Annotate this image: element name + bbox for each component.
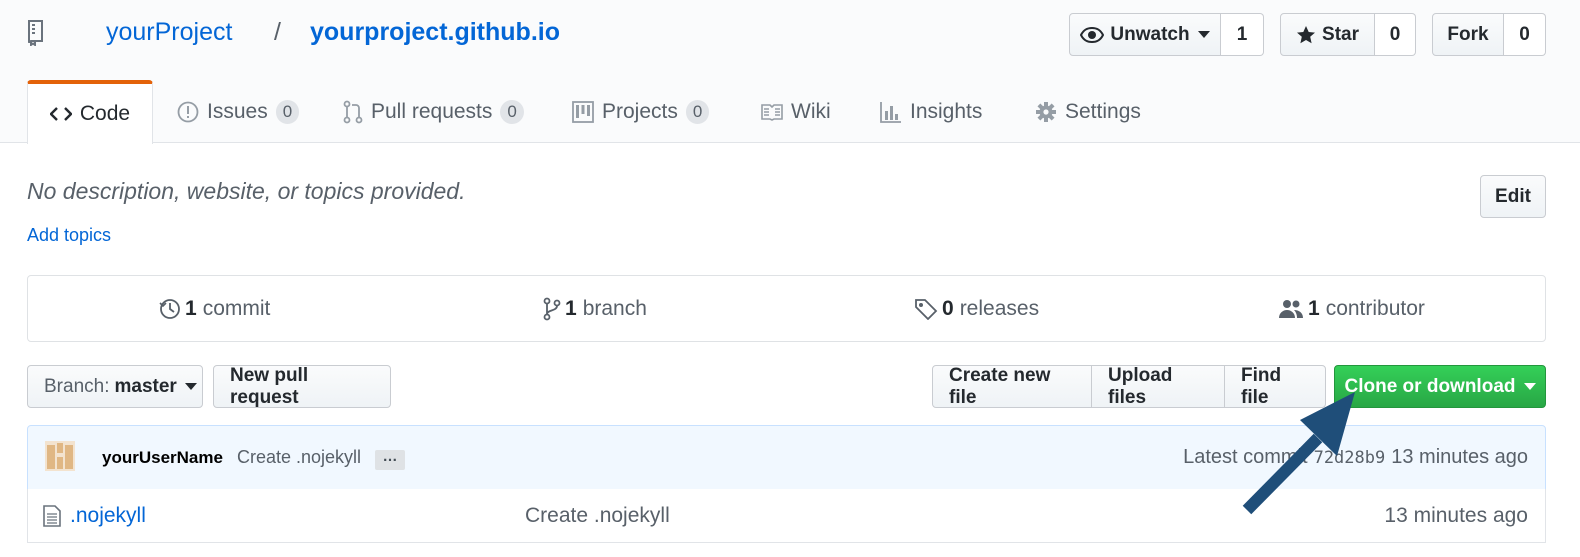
file-actions-group: Create new file Upload files Find file bbox=[932, 365, 1326, 408]
create-new-file-button[interactable]: Create new file bbox=[932, 365, 1092, 408]
people-icon bbox=[1278, 299, 1304, 319]
branches-link[interactable]: 1 branch bbox=[543, 276, 647, 341]
tab-issues[interactable]: Issues 0 bbox=[177, 80, 300, 143]
tab-pull-requests-label: Pull requests bbox=[371, 99, 493, 123]
tab-settings[interactable]: Settings bbox=[1035, 80, 1141, 143]
project-icon bbox=[572, 100, 594, 123]
eye-icon bbox=[1080, 26, 1105, 43]
tab-code-label: Code bbox=[79, 102, 131, 125]
tab-issues-label: Issues bbox=[207, 99, 268, 123]
tab-wiki[interactable]: Wiki bbox=[761, 80, 831, 143]
graph-icon bbox=[880, 101, 902, 123]
contributors-label: contributor bbox=[1325, 296, 1425, 320]
chevron-down-icon bbox=[184, 383, 197, 390]
contributors-link[interactable]: 1 contributor bbox=[1278, 276, 1425, 341]
repo-header: yourProject / yourproject.github.io Unwa… bbox=[0, 0, 1580, 144]
tab-projects-label: Projects bbox=[602, 99, 678, 123]
commit-age: 13 minutes ago bbox=[1391, 446, 1528, 468]
repo-name-link[interactable]: yourproject.github.io bbox=[310, 18, 560, 47]
commit-author[interactable]: yourUserName bbox=[102, 448, 223, 468]
file-age: 13 minutes ago bbox=[1384, 504, 1528, 527]
find-file-button[interactable]: Find file bbox=[1224, 365, 1326, 408]
branch-select-button[interactable]: Branch: master bbox=[27, 365, 203, 408]
tab-pull-requests[interactable]: Pull requests 0 bbox=[343, 80, 524, 143]
star-label: Star bbox=[1322, 23, 1359, 45]
watch-label: Unwatch bbox=[1110, 23, 1190, 45]
branch-prefix: Branch: bbox=[44, 375, 110, 397]
tab-code[interactable]: Code bbox=[27, 80, 153, 144]
issues-counter: 0 bbox=[275, 99, 300, 124]
watch-group: Unwatch 1 bbox=[1069, 13, 1264, 56]
upload-files-button[interactable]: Upload files bbox=[1091, 365, 1225, 408]
tab-insights[interactable]: Insights bbox=[880, 80, 982, 143]
branch-icon bbox=[543, 297, 561, 321]
file-icon bbox=[43, 505, 61, 532]
repo-path-separator: / bbox=[274, 18, 281, 46]
fork-label: Fork bbox=[1447, 23, 1489, 45]
releases-label: releases bbox=[959, 296, 1040, 320]
code-icon bbox=[49, 106, 72, 122]
pull-requests-counter: 0 bbox=[500, 99, 524, 124]
tab-projects[interactable]: Projects 0 bbox=[572, 80, 710, 143]
tab-settings-label: Settings bbox=[1065, 99, 1141, 123]
repo-nav-tabs: Code Issues 0 Pull requests 0 Projects 0 bbox=[0, 80, 1580, 144]
repo-owner-link[interactable]: yourProject bbox=[106, 18, 232, 47]
add-topics-link[interactable]: Add topics bbox=[27, 225, 111, 246]
avatar[interactable] bbox=[45, 441, 75, 471]
repo-description: No description, website, or topics provi… bbox=[27, 178, 466, 204]
file-commit-message[interactable]: Create .nojekyll bbox=[525, 504, 670, 528]
expand-commit-button[interactable]: … bbox=[375, 449, 405, 470]
gear-icon bbox=[1035, 101, 1057, 123]
history-icon bbox=[159, 298, 181, 320]
clone-or-download-button[interactable]: Clone or download bbox=[1334, 365, 1546, 408]
fork-count[interactable]: 0 bbox=[1504, 13, 1546, 56]
branches-label: branch bbox=[582, 296, 647, 320]
commits-link[interactable]: 1 commit bbox=[159, 276, 270, 341]
watch-count[interactable]: 1 bbox=[1221, 13, 1264, 56]
releases-count: 0 bbox=[942, 296, 954, 320]
tag-icon bbox=[914, 298, 938, 320]
contributors-count: 1 bbox=[1308, 296, 1320, 320]
latest-commit-label: Latest commit bbox=[1183, 446, 1308, 468]
watch-button[interactable]: Unwatch bbox=[1069, 13, 1221, 56]
chevron-down-icon bbox=[1197, 31, 1210, 38]
book-icon bbox=[761, 103, 783, 121]
fork-button[interactable]: Fork bbox=[1432, 13, 1504, 56]
clone-label: Clone or download bbox=[1344, 375, 1516, 397]
star-group: Star 0 bbox=[1280, 13, 1416, 56]
latest-commit-bar: yourUserName Create .nojekyll … Latest c… bbox=[27, 425, 1546, 490]
commits-count: 1 bbox=[185, 296, 197, 320]
star-count[interactable]: 0 bbox=[1375, 13, 1416, 56]
tab-wiki-label: Wiki bbox=[791, 99, 831, 123]
new-pull-request-button[interactable]: New pull request bbox=[213, 365, 391, 408]
projects-counter: 0 bbox=[685, 99, 710, 124]
chevron-down-icon bbox=[1523, 383, 1536, 390]
table-row: .nojekyll Create .nojekyll 13 minutes ag… bbox=[27, 489, 1546, 543]
commits-label: commit bbox=[202, 296, 271, 320]
pull-request-icon bbox=[343, 100, 363, 124]
repo-icon bbox=[26, 20, 46, 51]
commit-message[interactable]: Create .nojekyll bbox=[237, 447, 361, 468]
branch-name: master bbox=[114, 375, 177, 397]
fork-group: Fork 0 bbox=[1432, 13, 1546, 56]
commit-sha-link[interactable]: 72d28b9 bbox=[1314, 448, 1386, 468]
edit-description-button[interactable]: Edit bbox=[1480, 175, 1546, 218]
numbers-summary: 1 commit 1 branch 0 releases 1 contribut… bbox=[27, 275, 1546, 342]
latest-commit-info: Latest commit 72d28b9 13 minutes ago bbox=[1183, 446, 1528, 469]
star-button[interactable]: Star bbox=[1280, 13, 1375, 56]
branches-count: 1 bbox=[565, 296, 577, 320]
releases-link[interactable]: 0 releases bbox=[914, 276, 1039, 341]
star-icon bbox=[1296, 25, 1316, 45]
tab-insights-label: Insights bbox=[910, 99, 983, 123]
file-name-link[interactable]: .nojekyll bbox=[70, 504, 146, 528]
issue-icon bbox=[177, 101, 199, 123]
